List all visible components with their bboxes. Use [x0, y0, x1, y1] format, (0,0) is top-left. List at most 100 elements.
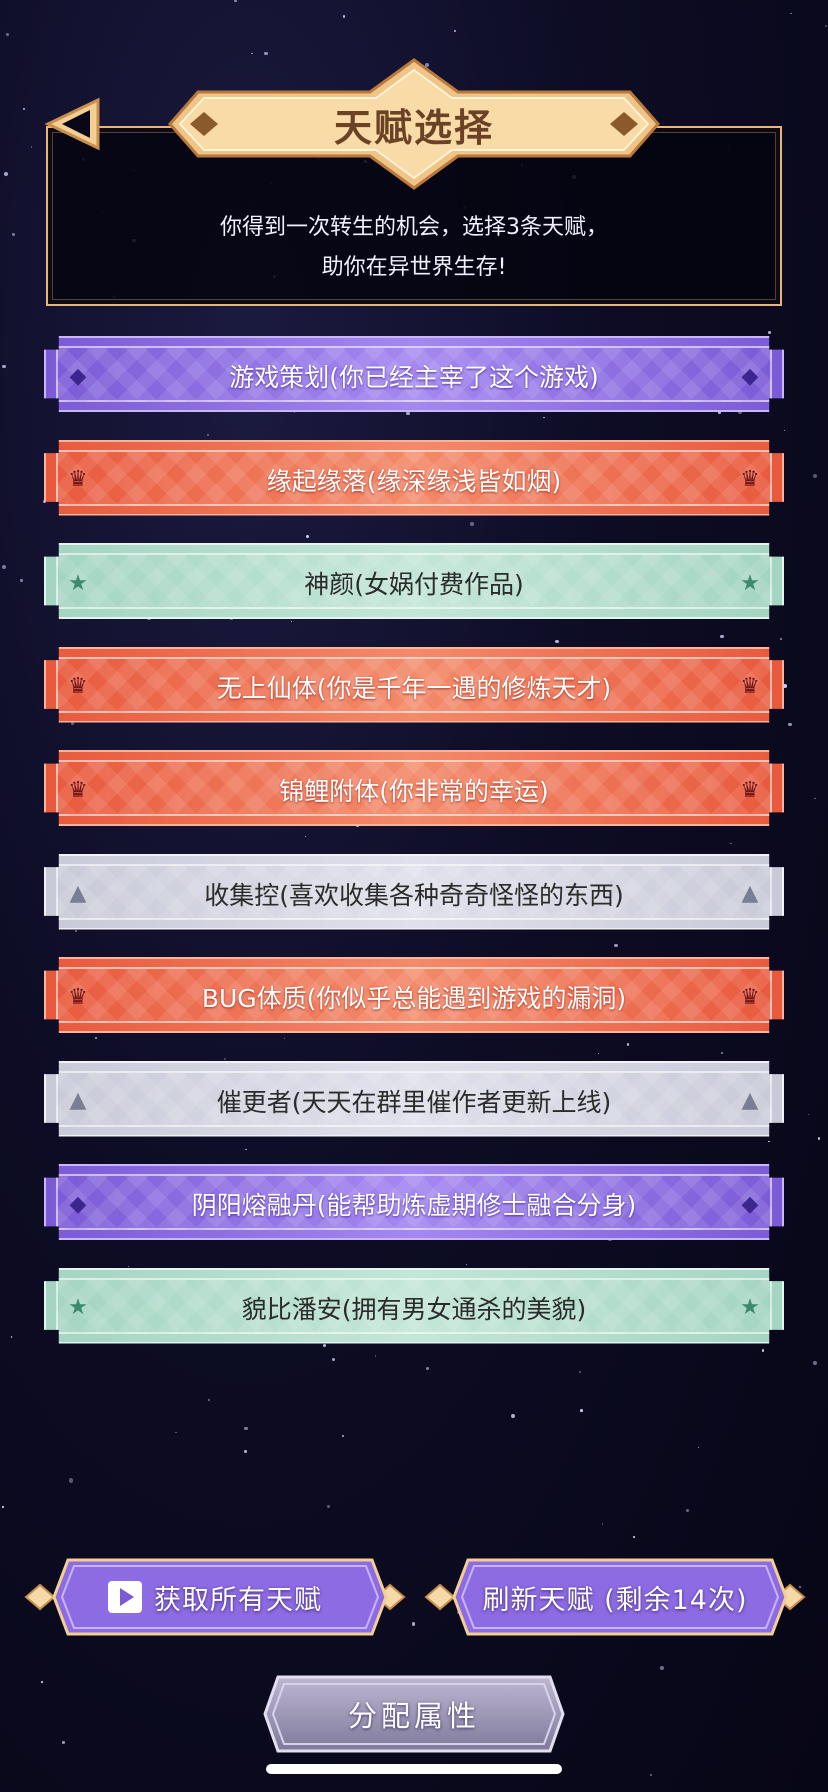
- talent-label: 缘起缘落(缘深缘浅皆如烟): [266, 466, 562, 496]
- refresh-talents-button[interactable]: 刷新天赋 (剩余14次): [422, 1556, 808, 1638]
- star-dot: [264, 51, 268, 56]
- star-dot: [10, 1336, 12, 1338]
- talent-label: 催更者(天天在群里催作者更新上线): [216, 1087, 612, 1117]
- talent-label: BUG体质(你似乎总能遇到游戏的漏洞): [201, 984, 627, 1013]
- star-dot: [511, 1414, 516, 1419]
- back-button[interactable]: [44, 96, 104, 152]
- star-dot: [633, 1536, 636, 1539]
- star-dot: [813, 1361, 817, 1365]
- star-dot: [601, 1523, 604, 1525]
- star-dot: [290, 620, 292, 622]
- talent-option[interactable]: ♛ ♛ BUG体质(你似乎总能遇到游戏的漏洞): [44, 957, 784, 1033]
- star-dot: [41, 1681, 43, 1683]
- star-dot: [578, 1370, 582, 1374]
- allocate-label: 分配属性: [347, 1699, 480, 1733]
- star-dot: [580, 1409, 584, 1412]
- star-dot: [234, 0, 237, 3]
- star-dot: [68, 1478, 73, 1483]
- star-dot: [761, 1349, 765, 1352]
- page-title: 天赋选择: [333, 105, 494, 150]
- video-play-icon: [108, 1581, 142, 1613]
- star-dot: [331, 1358, 335, 1362]
- talent-label: 貌比潘安(拥有男女通杀的美貌): [241, 1294, 587, 1324]
- description-line-2: 助你在异世界生存!: [321, 255, 507, 280]
- allocate-attributes-button[interactable]: 分配属性: [262, 1674, 566, 1754]
- star-dot: [659, 1665, 664, 1670]
- talent-label: 收集控(喜欢收集各种奇奇怪怪的东西): [204, 880, 624, 910]
- header-description: 你得到一次转生的机会，选择3条天赋， 助你在异世界生存!: [46, 208, 782, 288]
- star-dot: [244, 1449, 247, 1453]
- star-dot: [613, 943, 618, 948]
- star-dot: [244, 1426, 248, 1430]
- star-dot: [817, 1136, 821, 1140]
- star-dot: [30, 146, 33, 148]
- star-dot: [767, 330, 771, 334]
- star-dot: [406, 411, 410, 415]
- talent-option[interactable]: ♛ ♛ 锦鲤附体(你非常的幸运): [44, 750, 784, 826]
- star-dot: [555, 639, 559, 644]
- get-all-label: 获取所有天赋: [154, 1584, 322, 1616]
- refresh-label: 刷新天赋 (剩余14次): [482, 1584, 748, 1616]
- star-dot: [470, 522, 475, 527]
- star-dot: [323, 1343, 327, 1347]
- star-dot: [223, 1057, 226, 1061]
- star-dot: [304, 835, 306, 837]
- talent-option[interactable]: ♛ ♛ 缘起缘落(缘深缘浅皆如烟): [44, 439, 784, 516]
- star-dot: [94, 1036, 98, 1039]
- star-dot: [22, 108, 25, 111]
- title-plate: 天赋选择: [168, 58, 660, 190]
- star-dot: [127, 1265, 129, 1267]
- star-dot: [814, 797, 816, 800]
- talent-option[interactable]: ★ ★ 神颜(女娲付费作品): [44, 543, 784, 619]
- star-dot: [341, 1434, 345, 1438]
- talent-label: 游戏策划(你已经主宰了这个游戏): [229, 363, 599, 392]
- star-dot: [790, 12, 792, 15]
- talent-label: 阴阳熔融丹(能帮助炼虚期修士融合分身): [191, 1191, 637, 1220]
- talent-option[interactable]: ★ ★ 貌比潘安(拥有男女通杀的美貌): [44, 1267, 784, 1344]
- star-dot: [543, 416, 545, 419]
- star-dot: [780, 638, 783, 640]
- talent-option[interactable]: ♛ ♛ 无上仙体(你是千年一遇的修炼天才): [44, 646, 784, 723]
- talent-option[interactable]: ◆ ◆ 游戏策划(你已经主宰了这个游戏): [44, 336, 784, 412]
- star-dot: [293, 412, 295, 414]
- talent-option[interactable]: ▲ ▲ 催更者(天天在群里催作者更新上线): [44, 1060, 784, 1137]
- star-dot: [787, 722, 792, 727]
- back-arrow-icon: [44, 97, 100, 151]
- star-dot: [768, 1140, 771, 1143]
- star-dot: [62, 1741, 65, 1744]
- star-dot: [12, 232, 16, 236]
- description-line-1: 你得到一次转生的机会，选择3条天赋，: [220, 215, 608, 240]
- star-dot: [686, 1509, 689, 1513]
- star-dot: [453, 29, 457, 33]
- star-dot: [783, 429, 786, 432]
- star-dot: [342, 15, 346, 18]
- star-dot: [597, 1053, 600, 1055]
- star-dot: [4, 171, 9, 176]
- home-indicator: [266, 1764, 562, 1774]
- star-dot: [812, 473, 817, 478]
- star-dot: [412, 1622, 416, 1626]
- star-dot: [19, 579, 23, 583]
- star-dot: [730, 842, 733, 845]
- star-dot: [207, 434, 210, 437]
- talent-label: 神颜(女娲付费作品): [304, 570, 524, 599]
- star-dot: [2, 1506, 4, 1508]
- star-dot: [720, 634, 724, 639]
- star-dot: [425, 1366, 429, 1370]
- star-dot: [245, 1148, 247, 1151]
- star-dot: [626, 1043, 630, 1046]
- star-dot: [251, 52, 253, 55]
- star-dot: [824, 25, 827, 28]
- talent-label: 无上仙体(你是千年一遇的修炼天才): [216, 673, 612, 703]
- talent-label: 锦鲤附体(你非常的幸运): [279, 777, 549, 806]
- talent-option[interactable]: ◆ ◆ 阴阳熔融丹(能帮助炼虚期修士融合分身): [44, 1164, 784, 1240]
- star-dot: [374, 1355, 376, 1357]
- star-dot: [6, 32, 10, 36]
- star-dot: [74, 930, 77, 933]
- star-dot: [306, 534, 310, 538]
- get-all-talents-button[interactable]: 获取所有天赋: [22, 1556, 408, 1638]
- star-dot: [327, 1505, 331, 1509]
- star-dot: [284, 1037, 286, 1039]
- talent-option[interactable]: ▲ ▲ 收集控(喜欢收集各种奇奇怪怪的东西): [44, 853, 784, 930]
- star-dot: [207, 1398, 211, 1402]
